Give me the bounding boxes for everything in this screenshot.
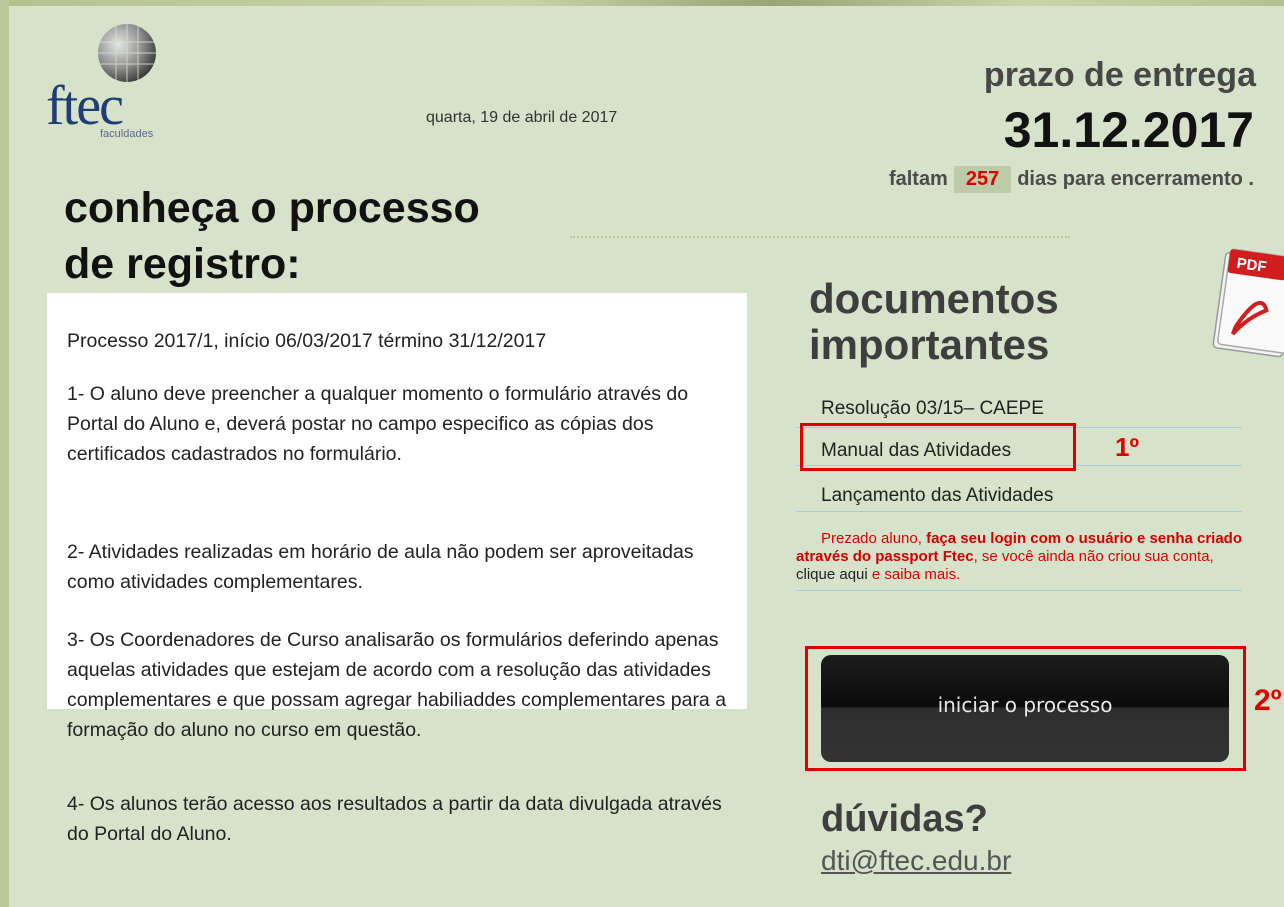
process-title-line1: conheça o processo <box>64 184 480 232</box>
dotted-divider <box>570 236 1070 238</box>
days-remaining: 257 <box>953 166 1012 193</box>
process-paragraph: 3- Os Coordenadores de Curso analisarão … <box>67 629 727 741</box>
process-paragraph: 1- O aluno deve preencher a qualquer mom… <box>67 383 689 465</box>
countdown: faltam 257 dias para encerramento . <box>889 166 1254 193</box>
process-paragraph: Processo 2017/1, início 06/03/2017 térmi… <box>67 330 547 352</box>
login-notice: Prezado aluno, faça seu login com o usuá… <box>796 530 1242 591</box>
faq-title: dúvidas? <box>821 798 988 840</box>
highlight-box-manual <box>800 423 1076 471</box>
process-description: Processo 2017/1, início 06/03/2017 térmi… <box>47 293 747 741</box>
deadline-date: 31.12.2017 <box>1003 102 1254 158</box>
left-border <box>0 0 9 907</box>
notice-part1: Prezado aluno, <box>821 530 927 547</box>
step-marker-1: 1º <box>1115 432 1139 462</box>
doc-link-lancamento[interactable]: Lançamento das Atividades <box>796 477 1242 512</box>
countdown-suffix: dias para encerramento . <box>1017 168 1254 190</box>
page: ftec faculdades quarta, 19 de abril de 2… <box>0 0 1284 907</box>
process-title-line2: de registro: <box>64 240 301 288</box>
process-paragraph: 4- Os alunos terão acesso aos resultados… <box>67 793 722 845</box>
start-process-button[interactable]: iniciar o processo <box>821 655 1229 762</box>
documents-title: documentos importantes <box>809 276 1059 368</box>
logo-subtitle: faculdades <box>100 128 154 140</box>
top-border <box>0 0 1284 6</box>
contact-email-link[interactable]: dti@ftec.edu.br <box>821 845 1011 877</box>
doc-link-label: Resolução 03/15– CAEPE <box>821 398 1044 419</box>
notice-part3: e saiba mais. <box>867 566 961 583</box>
doc-link-label: Lançamento das Atividades <box>821 485 1054 506</box>
step-marker-2: 2º <box>1254 684 1282 717</box>
current-date: quarta, 19 de abril de 2017 <box>426 109 618 126</box>
ftec-logo[interactable]: ftec faculdades <box>46 22 186 142</box>
notice-part2: , se você ainda não criou sua conta, <box>973 548 1214 565</box>
process-paragraph: 2- Atividades realizadas em horário de a… <box>67 541 694 593</box>
countdown-prefix: faltam <box>888 168 948 190</box>
deadline-label: prazo de entrega <box>983 56 1256 94</box>
pdf-icon[interactable]: PDF <box>1210 238 1284 358</box>
signup-link[interactable]: clique aqui <box>796 566 868 583</box>
process-title: conheça o processo de registro: <box>64 180 480 292</box>
documents-title-line2: importantes <box>809 321 1050 368</box>
documents-title-line1: documentos <box>809 275 1059 322</box>
